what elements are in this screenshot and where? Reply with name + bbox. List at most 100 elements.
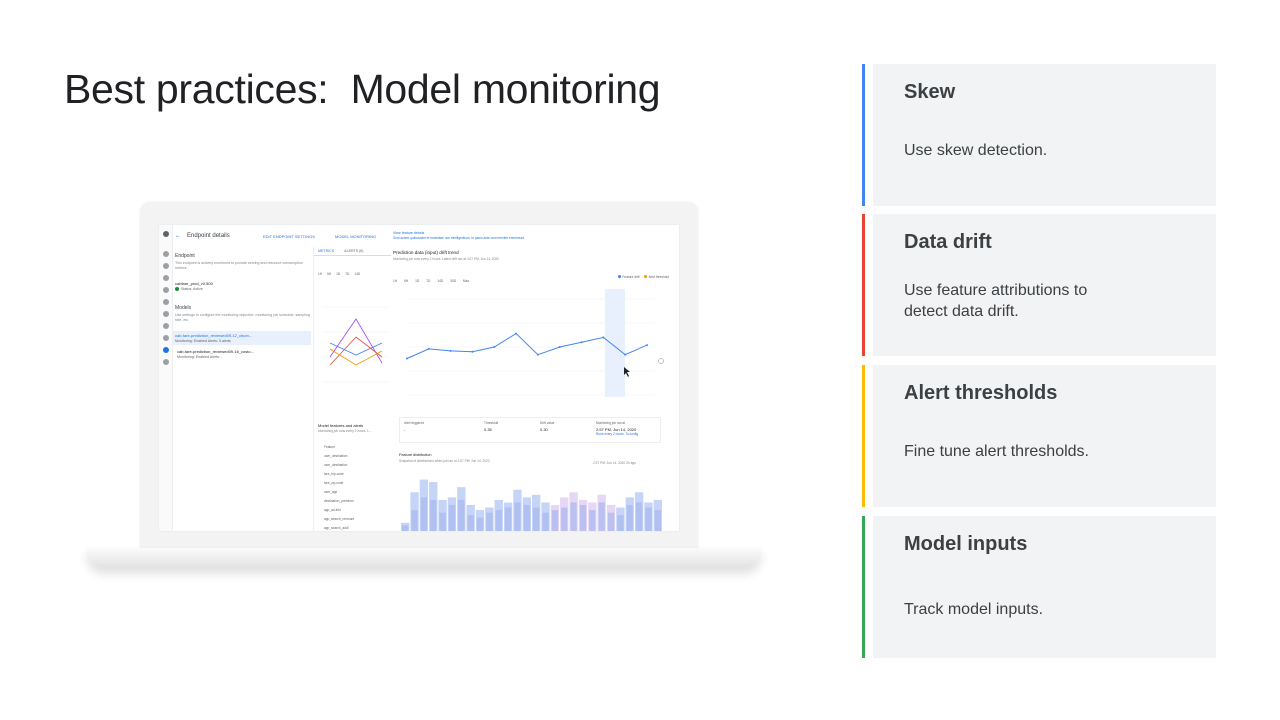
features-title: Model features and alerts	[318, 423, 364, 428]
distribution-meta: 2:57 PM, Jun 14, 2020 Zh ago	[593, 461, 636, 465]
card-data-drift: Data drift Use feature attributions to d…	[862, 214, 1216, 356]
rail-batch-icon[interactable]	[163, 359, 169, 365]
histogram-bar	[579, 505, 587, 531]
list-item[interactable]: app_search_addl	[324, 524, 354, 531]
drift-point[interactable]	[493, 346, 496, 348]
rail-pipelines-icon[interactable]	[163, 311, 169, 317]
rail-datasets-icon[interactable]	[163, 263, 169, 269]
histogram-bar	[430, 499, 437, 531]
card-title: Data drift	[904, 231, 992, 253]
histogram-bar	[476, 517, 484, 531]
model-status: Monitoring: Enabled Alerts: -	[177, 355, 223, 360]
histogram-bar	[635, 502, 643, 531]
endpoint-name[interactable]: cabfare_prod_v0.500	[175, 281, 311, 286]
list-item[interactable]: app_ad-info	[324, 506, 354, 515]
distribution-subtitle: Snapshot of distributions when job ran a…	[399, 459, 490, 463]
time-chip[interactable]: 14D	[354, 272, 360, 276]
card-body: Use skew detection.	[904, 142, 1048, 159]
laptop-base	[86, 548, 762, 568]
drift-point[interactable]	[536, 353, 539, 356]
laptop-lid: ← Endpoint details EDIT ENDPOINT SETTINGS…	[140, 202, 698, 550]
tab-metrics[interactable]: METRICS	[318, 249, 334, 253]
card-accent-bar	[862, 365, 865, 507]
laptop-screen: ← Endpoint details EDIT ENDPOINT SETTINGS…	[158, 224, 680, 532]
feature-detail-panel: View feature details Sunt autem quibusda…	[393, 231, 677, 531]
back-arrow-icon[interactable]: ←	[175, 233, 181, 239]
list-item[interactable]: fare_trip-code	[324, 470, 354, 479]
feature-details-link[interactable]: View feature details	[393, 231, 677, 235]
drift-point[interactable]	[646, 344, 648, 347]
features-subtitle: Monitoring job runs every 2 hours. L...	[318, 429, 372, 433]
card-title: Model inputs	[904, 533, 1028, 555]
list-item[interactable]: Feature	[324, 443, 354, 452]
slide-title: Best practices: Model monitoring	[64, 66, 661, 112]
histogram-bar	[504, 507, 512, 531]
time-chip[interactable]: 6H	[327, 272, 331, 276]
drift-point[interactable]	[427, 347, 430, 350]
histogram-bar	[439, 512, 446, 531]
drift-point[interactable]	[580, 341, 583, 344]
list-item[interactable]: app_search_remount	[324, 515, 354, 524]
model-monitoring-button[interactable]: MODEL MONITORING	[335, 234, 376, 239]
model-name[interactable]: cab-fare-prediction_reviewed09-16_costo.…	[177, 349, 309, 354]
drift-point[interactable]	[602, 336, 605, 339]
model-name[interactable]: cab-fare-prediction_reviewed09-12_chum..…	[175, 333, 309, 338]
card-accent-bar	[862, 516, 865, 658]
drift-point[interactable]	[515, 332, 518, 335]
page-title: Endpoint details	[187, 233, 230, 239]
histogram-bar	[448, 505, 456, 531]
histogram-bar	[495, 510, 502, 531]
histogram-bar	[598, 502, 605, 531]
endpoint-heading: Endpoint	[175, 253, 195, 259]
card-body: Fine tune alert thresholds.	[904, 443, 1089, 460]
threshold-cell: Threshold 0.35	[484, 421, 499, 432]
tab-alerts[interactable]: ALERTS (6)	[344, 249, 363, 253]
model-row[interactable]: cab-fare-prediction_reviewed09-12_chum..…	[173, 331, 311, 346]
histogram-bar	[486, 512, 493, 531]
endpoint-description: This endpoint is actively monitored to p…	[175, 261, 303, 270]
menu-icon[interactable]	[163, 231, 169, 237]
time-range-chips: 1H 6H 1D 7D 14D	[314, 262, 391, 280]
console-nav-rail	[159, 225, 173, 531]
list-item[interactable]: fare_zip-code	[324, 479, 354, 488]
feature-distribution-chart	[401, 479, 662, 531]
list-item[interactable]: user_destination	[324, 452, 354, 461]
drift-point[interactable]	[449, 349, 452, 352]
histogram-bar	[645, 507, 652, 531]
drift-point[interactable]	[558, 346, 561, 348]
chart-expand-icon[interactable]	[658, 358, 664, 364]
histogram-bar	[411, 510, 418, 531]
drift-legend: Feature drift Alert threshold	[614, 275, 669, 279]
rail-endpoints-icon[interactable]	[163, 347, 169, 353]
drift-summary-table: Alert triggered - Threshold 0.35 Drift val…	[399, 417, 661, 443]
list-item[interactable]: destination_premium	[324, 497, 354, 506]
rail-training-icon[interactable]	[163, 323, 169, 329]
card-title: Alert thresholds	[904, 382, 1058, 404]
card-body: Track model inputs.	[904, 601, 1044, 618]
list-item[interactable]: user_age	[324, 488, 354, 497]
legend-label: Alert threshold	[648, 275, 669, 279]
list-item[interactable]: user_destination	[324, 461, 354, 470]
rail-notebooks-icon[interactable]	[163, 299, 169, 305]
card-alert-thresholds: Alert thresholds Fine tune alert thresho…	[862, 365, 1216, 507]
card-accent-bar	[862, 64, 865, 206]
rail-experiments-icon[interactable]	[163, 335, 169, 341]
drift-point[interactable]	[406, 357, 408, 360]
drift-point[interactable]	[624, 353, 627, 356]
console-header: ← Endpoint details	[175, 233, 230, 239]
time-chip[interactable]: 7D	[345, 272, 349, 276]
time-chip[interactable]: 1D	[336, 272, 340, 276]
rail-labels-icon[interactable]	[163, 275, 169, 281]
time-chip[interactable]: 1H	[318, 272, 322, 276]
alert-cell: Alert triggered -	[404, 421, 425, 432]
drift-point[interactable]	[471, 350, 474, 353]
model-row[interactable]: cab-fare-prediction_reviewed09-16_costo.…	[175, 349, 311, 359]
rail-dashboard-icon[interactable]	[163, 251, 169, 257]
histogram-bar	[617, 515, 624, 531]
rail-features-icon[interactable]	[163, 287, 169, 293]
edit-endpoint-button[interactable]: EDIT ENDPOINT SETTINGS	[263, 234, 315, 239]
drift-value-cell: Drift value 0.30	[540, 421, 555, 432]
legend-swatch	[618, 275, 622, 278]
mini-series-line	[329, 336, 383, 366]
models-description: Use settings to configure the monitoring…	[175, 313, 310, 323]
